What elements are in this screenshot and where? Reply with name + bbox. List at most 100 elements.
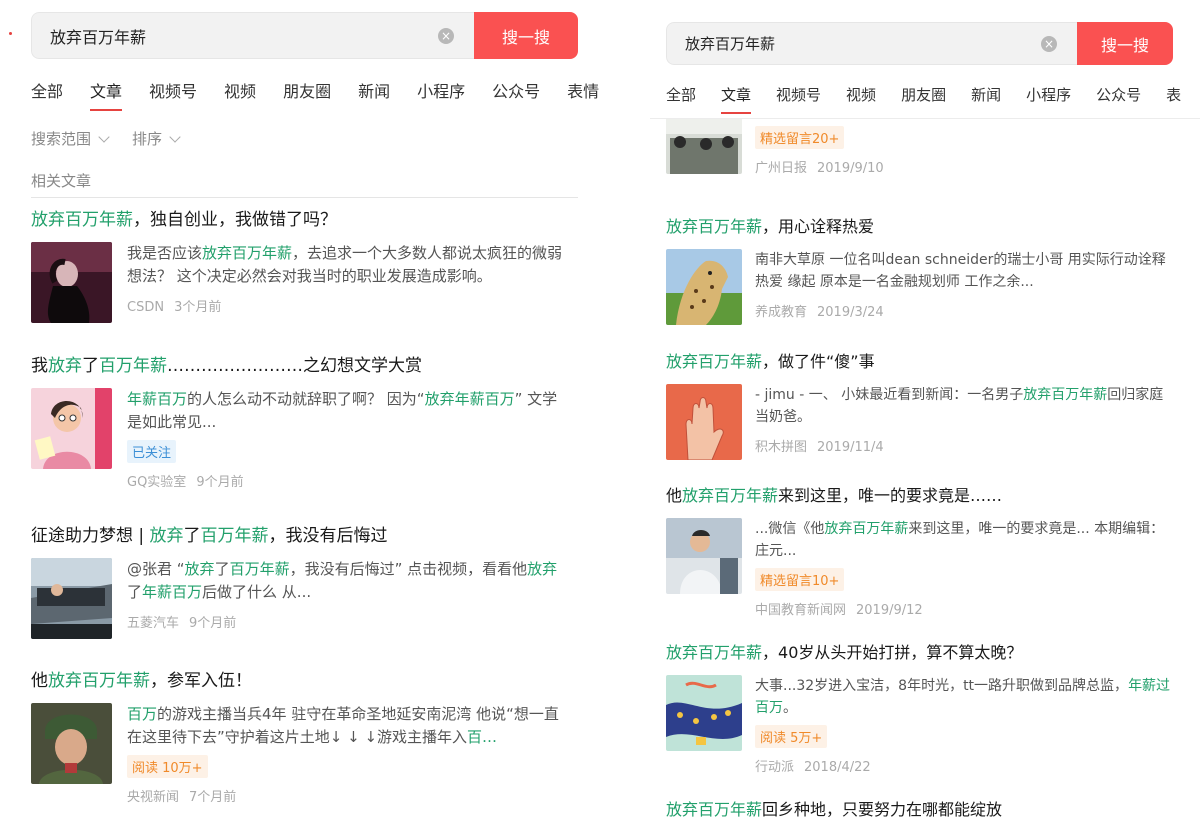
text-run: 了 [127,583,143,601]
tab-mini-programs[interactable]: 小程序 [1026,84,1071,114]
text-run: 我是否应该 [127,244,203,262]
result-card[interactable]: 我放弃了百万年薪……………………之幻想文学大赏 年薪百万的人怎么动不动就辞职了啊… [31,355,571,490]
clear-icon[interactable]: × [438,27,454,44]
result-title[interactable]: 放弃百万年薪，独自创业，我做错了吗？ [31,209,571,231]
tab-moments[interactable]: 朋友圈 [901,84,946,114]
tab-mini-programs[interactable]: 小程序 [417,78,465,111]
text-run: ，参军入伍！ [150,671,252,691]
highlight-term: 放弃 [527,560,558,578]
highlight-term: 百万年薪 [200,526,269,546]
highlight-term: 放弃 [149,526,184,546]
result-source[interactable]: GQ实验室 [127,475,186,490]
search-button[interactable]: 搜一搜 [1077,22,1173,65]
highlight-term: 百万 [127,705,158,723]
text-run: 来到这里，唯一的要求竟是…… [778,486,1003,505]
result-title[interactable]: 放弃百万年薪，用心诠释热爱 [666,216,1176,238]
tab-channels[interactable]: 视频号 [149,78,197,111]
filter-sort[interactable]: 排序 [132,128,181,149]
search-query: 放弃百万年薪 [685,35,776,53]
result-card[interactable]: 放弃百万年薪，独自创业，我做错了吗？ 我是否应该放弃百万年薪，去追求一个大多数人… [31,209,571,323]
search-input[interactable]: 放弃百万年薪 × [666,22,1077,65]
text-run: 回乡种地，只要努力在哪都能绽放 [762,800,1003,819]
tab-news[interactable]: 新闻 [358,78,390,111]
result-date: 2019/3/24 [817,305,884,320]
result-title[interactable]: 他放弃百万年薪来到这里，唯一的要求竟是…… [666,485,1176,507]
search-input[interactable]: 放弃百万年薪 × [31,12,474,59]
tab-videos[interactable]: 视频 [224,78,256,111]
result-card[interactable]: 放弃百万年薪，用心诠释热爱 南非大草原 一位名叫dean schneider的瑞… [666,216,1176,325]
result-card[interactable]: 他放弃百万年薪，参军入伍！ 百万的游戏主播当兵4年 驻守在革命圣地延安南泥湾 他… [31,670,571,805]
result-title[interactable]: 放弃百万年薪回乡种地，只要努力在哪都能绽放 [666,799,1176,821]
text-run: ，我没有后悔过” 点击视频，看看他 [289,560,528,578]
divider [31,197,578,198]
text-run: ，40岁从头开始打拼，算不算太晚？ [762,643,1023,662]
text-run: @张君 “ [127,560,185,578]
tab-articles[interactable]: 文章 [721,84,752,114]
result-card[interactable]: 放弃百万年薪回乡种地，只要努力在哪都能绽放 [666,799,1176,821]
result-source[interactable]: CSDN [127,300,164,315]
highlight-term: 放弃百万年薪 [666,800,763,819]
highlight-term: 放弃百万年薪 [824,521,909,537]
result-meta: 养成教育 2019/3/24 [755,301,1176,320]
result-title[interactable]: 他放弃百万年薪，参军入伍！ [31,670,571,692]
search-button[interactable]: 搜一搜 [474,12,578,59]
result-source[interactable]: 行动派 [755,760,794,775]
result-date: 9个月前 [189,616,237,631]
tab-official-accounts[interactable]: 公众号 [1096,84,1141,114]
result-source[interactable]: 央视新闻 [127,790,179,805]
text-run: ，我没有后悔过 [268,526,388,546]
result-date: 9个月前 [196,475,244,490]
result-card[interactable]: 放弃百万年薪，做了件“傻”事 - jimu - 一、 小妹最近看到新闻：一名男子… [666,351,1176,460]
filter-bar: 搜索范围 排序 [31,128,203,149]
result-source[interactable]: 中国教育新闻网 [755,603,846,618]
result-title[interactable]: 放弃百万年薪，40岁从头开始打拼，算不算太晚？ [666,642,1176,664]
tab-stickers[interactable]: 表情 [567,78,599,111]
clear-icon[interactable]: × [1041,35,1057,52]
result-date: 2018/4/22 [804,760,871,775]
highlight-term: 放弃 [48,356,82,376]
result-source[interactable]: 积木拼图 [755,440,807,455]
highlight-term: 放弃百万年薪 [48,671,150,691]
result-date: 2019/9/12 [856,603,923,618]
read-count-badge: 阅读 10万+ [127,755,208,778]
result-thumbnail [31,558,112,639]
text-run: 。 [783,700,797,716]
tab-stickers[interactable]: 表 [1166,84,1181,114]
result-source[interactable]: 养成教育 [755,305,807,320]
tab-moments[interactable]: 朋友圈 [283,78,331,111]
read-count-badge: 阅读 5万+ [755,725,828,748]
text-run: 我 [31,356,48,376]
tab-official-accounts[interactable]: 公众号 [492,78,540,111]
tab-videos[interactable]: 视频 [846,84,876,114]
result-title[interactable]: 我放弃了百万年薪……………………之幻想文学大赏 [31,355,571,377]
result-date: 3个月前 [174,300,222,315]
highlight-term: 百万年薪 [229,560,290,578]
result-meta: GQ实验室 9个月前 [127,471,571,490]
tab-all[interactable]: 全部 [31,78,63,111]
result-card[interactable]: 征途助力梦想 | 放弃了百万年薪，我没有后悔过 @张君 “放弃了百万年薪，我没有… [31,525,571,639]
highlight-term: 放弃百万年薪 [666,217,763,236]
result-source[interactable]: 广州日报 [755,161,807,176]
result-card[interactable]: 他放弃百万年薪来到这里，唯一的要求竟是…… ...微信《他放弃百万年薪来到这里，… [666,485,1176,618]
result-snippet: @张君 “放弃了百万年薪，我没有后悔过” 点击视频，看看他放弃了年薪百万后做了什… [127,558,571,604]
text-run: ...微信《他 [755,521,825,537]
highlight-term: 年薪百万 [127,390,188,408]
filter-scope[interactable]: 搜索范围 [31,128,110,149]
tab-all[interactable]: 全部 [666,84,696,114]
filter-sort-label: 排序 [132,130,163,148]
tab-articles[interactable]: 文章 [90,78,123,111]
result-snippet: 大事...32岁进入宝洁，8年时光，tt一路升职做到品牌总监，年薪过百万。 [755,675,1176,719]
tab-channels[interactable]: 视频号 [776,84,821,114]
text-run: 了 [183,526,201,546]
text-run: ，做了件“傻”事 [762,352,875,371]
result-snippet: 我是否应该放弃百万年薪，去追求一个大多数人都说太疯狂的微弱想法？ 这个决定必然会… [127,242,571,288]
result-title[interactable]: 放弃百万年薪，做了件“傻”事 [666,351,1176,373]
tab-news[interactable]: 新闻 [971,84,1001,114]
highlight-term: 年薪百万 [142,583,203,601]
text-run: 南非大草原 一位名叫dean schneider的瑞士小哥 用实际行动诠释热爱 … [755,252,1166,290]
text-run: ……………………之幻想文学大赏 [167,356,422,376]
result-snippet: ...微信《他放弃百万年薪来到这里，唯一的要求竟是... 本期编辑：庄元... [755,518,1176,562]
result-card[interactable]: 放弃百万年薪，40岁从头开始打拼，算不算太晚？ 大事...32岁进入宝洁，8年时… [666,642,1176,775]
result-title[interactable]: 征途助力梦想 | 放弃了百万年薪，我没有后悔过 [31,525,571,547]
result-source[interactable]: 五菱汽车 [127,616,179,631]
